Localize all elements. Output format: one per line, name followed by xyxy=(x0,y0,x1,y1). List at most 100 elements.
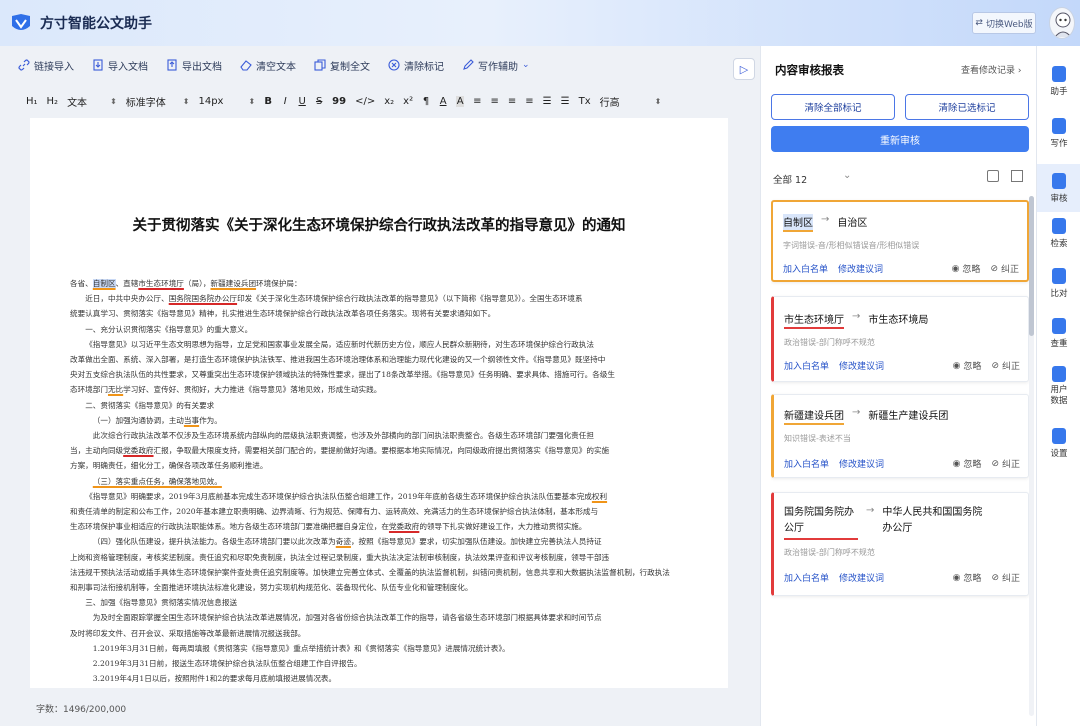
align-center-button[interactable]: ≡ xyxy=(491,96,499,107)
heading2-button[interactable]: H₂ xyxy=(47,96,59,107)
clear-mark-button[interactable]: 清除标记 xyxy=(388,58,444,73)
marked-word[interactable]: 党委政府 xyxy=(123,446,153,455)
edit-suggestion-button[interactable]: 修改建议词 xyxy=(839,457,884,470)
collapse-panel-button[interactable]: ▷ xyxy=(733,58,755,80)
document-body[interactable]: 各省、自制区、直辖市生态环境厅（局），新疆建设兵团环境保护局： 近日，中共中央办… xyxy=(70,276,710,686)
card-error-type: 知识错误-表述不当 xyxy=(784,434,851,443)
bold-button[interactable]: B xyxy=(264,96,272,107)
review-card[interactable]: 市生态环境厅 → 市生态环境局 政治错误-部门称呼不规范 加入白名单 修改建议词… xyxy=(771,296,1029,382)
marked-word[interactable]: 自制区 xyxy=(92,279,116,288)
scrollbar-thumb[interactable] xyxy=(1029,196,1034,336)
font-color-button[interactable]: A xyxy=(439,96,447,107)
link-import-button[interactable]: 链接导入 xyxy=(18,58,74,73)
paragraph-style-select[interactable]: 文本 xyxy=(67,94,87,109)
italic-button[interactable]: I xyxy=(281,96,289,107)
correct-button[interactable]: ⊘ 纠正 xyxy=(991,571,1020,585)
check-circle-icon: ⊘ xyxy=(991,572,999,583)
strikethrough-button[interactable]: S xyxy=(315,96,323,107)
card-replacement-word: 新疆生产建设兵团 xyxy=(868,411,949,422)
heading1-button[interactable]: H₁ xyxy=(26,96,38,107)
subscript-button[interactable]: x₂ xyxy=(384,96,394,107)
sidebar-item-compare[interactable]: 比对 xyxy=(1037,268,1080,312)
correct-button[interactable]: ⊘ 纠正 xyxy=(990,262,1019,276)
clear-all-marks-button[interactable]: 清除全部标记 xyxy=(771,94,895,120)
document-page[interactable]: 关于贯彻落实《关于深化生态环境保护综合行政执法改革的指导意见》的通知 各省、自制… xyxy=(30,118,728,688)
edit-suggestion-button[interactable]: 修改建议词 xyxy=(838,262,883,275)
clear-selected-marks-button[interactable]: 清除已选标记 xyxy=(905,94,1029,120)
filter-select[interactable]: 全部 12 xyxy=(773,172,807,186)
recheck-button[interactable]: 重新审核 xyxy=(771,126,1029,152)
card-list-scrollbar[interactable] xyxy=(1029,196,1034,716)
ignore-button[interactable]: ◉ 忽略 xyxy=(953,457,982,471)
font-family-select[interactable]: 标准字体 xyxy=(126,94,166,109)
writing-assist-button[interactable]: 写作辅助 ⌄ xyxy=(462,58,530,73)
clear-text-button[interactable]: 清空文本 xyxy=(240,58,296,73)
eye-icon: ◉ xyxy=(951,263,960,274)
export-icon xyxy=(167,59,177,71)
marked-word[interactable]: （三）落实重点任务，确保落地见效。 xyxy=(93,477,222,486)
add-whitelist-button[interactable]: 加入白名单 xyxy=(784,571,829,584)
ordered-list-button[interactable]: ☰ xyxy=(561,96,570,107)
switch-web-button[interactable]: ⇄ 切换Web版 xyxy=(972,12,1036,34)
sidebar-item-label: 用户数据 xyxy=(1050,385,1068,406)
add-whitelist-button[interactable]: 加入白名单 xyxy=(784,359,829,372)
align-left-button[interactable]: ≡ xyxy=(473,96,481,107)
sidebar-item-label: 审核 xyxy=(1050,193,1068,204)
sidebar-item-assistant[interactable]: 助手 xyxy=(1037,66,1080,110)
copy-all-button[interactable]: 复制全文 xyxy=(314,58,370,73)
font-size-select[interactable]: 14px xyxy=(198,96,223,107)
sidebar-item-write[interactable]: 写作 xyxy=(1037,118,1080,162)
edit-suggestion-button[interactable]: 修改建议词 xyxy=(839,359,884,372)
align-justify-button[interactable]: ≡ xyxy=(525,96,533,107)
superscript-button[interactable]: x² xyxy=(403,96,413,107)
external-link-icon[interactable] xyxy=(1011,170,1023,182)
marked-word[interactable]: 党委政府 xyxy=(389,522,419,531)
chevron-down-icon[interactable]: ⌄ xyxy=(843,170,851,181)
sidebar-item-search[interactable]: 检索 xyxy=(1037,218,1080,262)
correct-button[interactable]: ⊘ 纠正 xyxy=(991,359,1020,373)
clear-mark-label: 清除标记 xyxy=(404,61,444,73)
quote-button[interactable]: 99 xyxy=(332,96,346,107)
highlight-button[interactable]: A xyxy=(456,95,465,107)
bullet-list-button[interactable]: ☰ xyxy=(543,96,552,107)
sidebar-item-settings[interactable]: 设置 xyxy=(1037,428,1080,472)
marked-word[interactable]: 无比 xyxy=(108,385,123,394)
sidebar-item-user-data[interactable]: 用户数据 xyxy=(1037,366,1080,418)
check-all-icon[interactable] xyxy=(987,170,999,182)
clear-format-button[interactable]: Tx xyxy=(579,96,591,107)
underline-button[interactable]: U xyxy=(298,96,306,107)
sidebar-item-review[interactable]: 审核 xyxy=(1037,164,1080,212)
review-card[interactable]: 新疆建设兵团 → 新疆生产建设兵团 知识错误-表述不当 加入白名单 修改建议词 … xyxy=(771,394,1029,478)
card-actions: 加入白名单 修改建议词 ◉ 忽略 ⊘ 纠正 xyxy=(783,262,1019,276)
doc-line: 2.2019年3月31日前，报送生态环境保护综合执法队伍整合组建工作自评报告。 xyxy=(92,659,362,669)
paragraph-mark-button[interactable]: ¶ xyxy=(422,96,430,107)
view-log-link[interactable]: 查看修改记录 › xyxy=(961,63,1021,76)
line-height-select[interactable]: 行高 xyxy=(600,94,620,109)
ignore-button[interactable]: ◉ 忽略 xyxy=(953,571,982,585)
edit-suggestion-button[interactable]: 修改建议词 xyxy=(839,571,884,584)
align-right-button[interactable]: ≡ xyxy=(508,96,516,107)
marked-word[interactable]: 奇迹 xyxy=(336,537,351,546)
arrow-right-icon: → xyxy=(852,311,861,322)
review-card[interactable]: 自制区 → 自治区 字词错误-音/形相似错误音/形相似错误 加入白名单 修改建议… xyxy=(771,200,1029,282)
marked-word[interactable]: 国务院国务院办公厅 xyxy=(169,294,237,303)
marked-word[interactable]: 新疆建设兵团 xyxy=(210,279,256,288)
user-avatar-icon xyxy=(1054,12,1072,38)
sidebar-item-duplicate[interactable]: 查重 xyxy=(1037,318,1080,362)
card-suggestion: 自制区 → 自治区 xyxy=(783,214,867,232)
ignore-button[interactable]: ◉ 忽略 xyxy=(953,359,982,373)
avatar[interactable] xyxy=(1049,7,1075,39)
code-button[interactable]: </> xyxy=(355,96,375,107)
export-doc-button[interactable]: 导出文档 xyxy=(166,58,222,73)
marked-word[interactable]: 权利 xyxy=(592,492,607,501)
review-card[interactable]: 国务院国务院办公厅 → 中华人民共和国国务院办公厅 政治错误-部门称呼不规范 加… xyxy=(771,492,1029,596)
marked-word[interactable]: 当事 xyxy=(184,416,199,425)
correct-button[interactable]: ⊘ 纠正 xyxy=(991,457,1020,471)
import-doc-button[interactable]: 导入文档 xyxy=(92,58,148,73)
add-whitelist-button[interactable]: 加入白名单 xyxy=(784,457,829,470)
add-whitelist-button[interactable]: 加入白名单 xyxy=(783,262,828,275)
switch-icon: ⇄ xyxy=(975,18,983,28)
marked-word[interactable]: 市生态环境厅 xyxy=(138,279,184,288)
sidebar-item-label: 助手 xyxy=(1050,87,1068,97)
ignore-button[interactable]: ◉ 忽略 xyxy=(951,262,981,276)
